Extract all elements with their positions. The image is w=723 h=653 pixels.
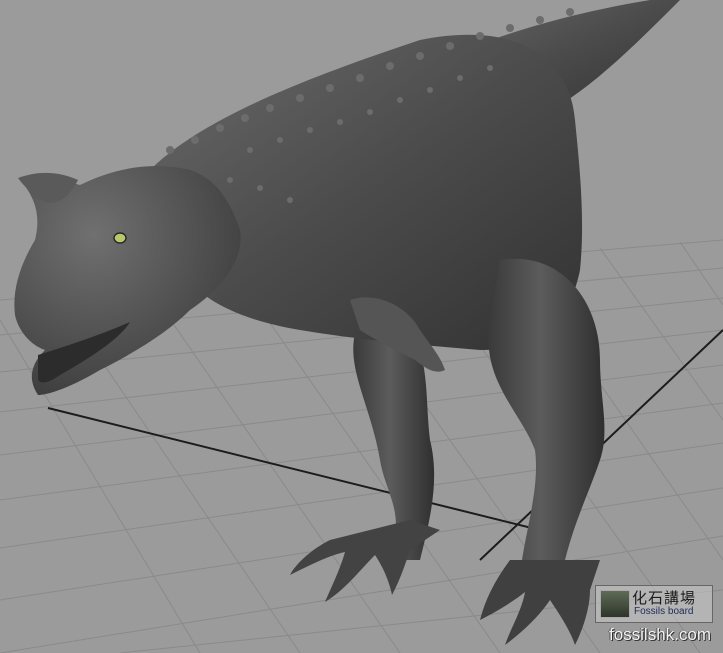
render-canvas	[0, 0, 723, 653]
3d-viewport[interactable]: 化石講場 Fossils board fossilshk.com	[0, 0, 723, 653]
fossil-logo-icon	[600, 590, 630, 618]
near-leg	[488, 258, 605, 575]
watermark-box: 化石講場 Fossils board	[595, 585, 713, 623]
far-foot	[290, 520, 440, 602]
watermark-site-url: fossilshk.com	[608, 625, 711, 644]
watermark-english-text: Fossils board	[634, 606, 694, 617]
eye	[113, 232, 127, 244]
watermark-chinese-text: 化石講場	[632, 589, 697, 607]
